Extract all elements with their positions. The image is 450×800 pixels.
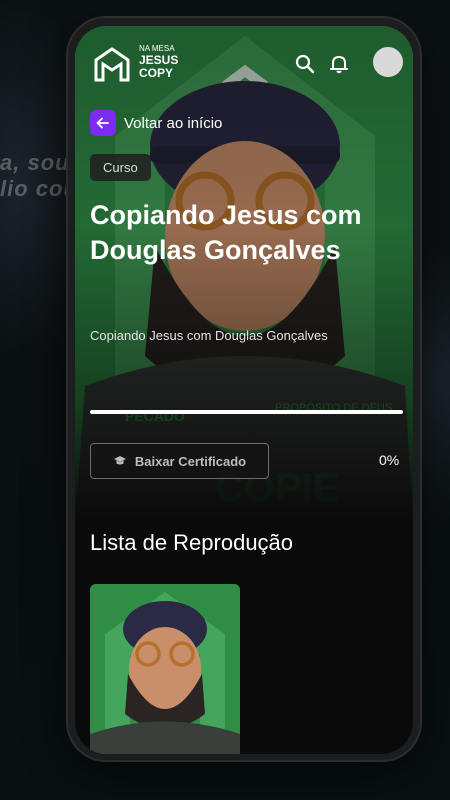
back-label[interactable]: Voltar ao início [124, 115, 222, 132]
back-to-home-link[interactable]: Voltar ao início [90, 110, 222, 136]
app-screen: PECADO PROPÓSITO DE DEUS COPIE NA MESA J… [75, 26, 413, 754]
course-subtitle: Copiando Jesus com Douglas Gonçalves [90, 328, 328, 343]
lesson-thumbnail-image [90, 584, 240, 754]
course-progress-bar [90, 410, 403, 414]
logo-mark-icon [94, 47, 130, 82]
logo-wordmark: NA MESA JESUS COPY [139, 44, 178, 80]
user-avatar[interactable] [373, 47, 403, 77]
top-bar: NA MESA JESUS COPY [75, 44, 413, 88]
content-type-badge: Curso [90, 154, 151, 181]
search-icon[interactable] [293, 52, 317, 76]
back-arrow-button[interactable] [90, 110, 116, 136]
playlist-heading: Lista de Reprodução [90, 530, 294, 555]
graduation-cap-icon [113, 456, 126, 465]
download-certificate-button[interactable]: Baixar Certificado [90, 443, 269, 479]
arrow-left-icon [96, 117, 109, 129]
playlist-item-thumbnail[interactable] [90, 584, 240, 754]
bell-icon[interactable] [327, 52, 351, 76]
logo-line: COPY [139, 66, 174, 80]
progress-percent: 0% [379, 452, 400, 468]
brand-logo[interactable]: NA MESA JESUS COPY [93, 44, 193, 88]
download-certificate-label: Baixar Certificado [134, 453, 247, 469]
course-title: Copiando Jesus com Douglas Gonçalves [90, 200, 362, 265]
